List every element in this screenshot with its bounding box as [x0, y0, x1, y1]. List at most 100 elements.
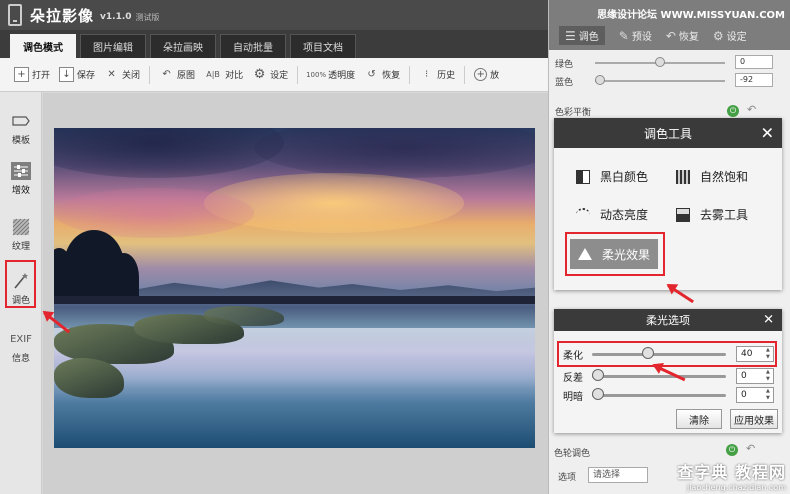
tool-dynamic-brightness[interactable]: 动态亮度 — [576, 206, 648, 223]
green-label: 绿色 — [555, 59, 574, 70]
dialog-title: 柔光选项 — [646, 314, 690, 327]
tab-dora-slideshow[interactable]: 朵拉画映 — [150, 34, 216, 58]
history-button[interactable]: ⁝ 历史 — [419, 67, 455, 82]
blue-slider-knob[interactable] — [595, 75, 605, 85]
app-title: 朵拉影像 — [30, 6, 95, 25]
texture-icon — [12, 218, 30, 236]
apply-effect-button[interactable]: 应用效果 — [730, 409, 778, 429]
tool-label: 动态亮度 — [600, 208, 649, 222]
contrast-slider-track[interactable] — [592, 375, 726, 378]
download-icon: ↓ — [59, 67, 75, 82]
option-select[interactable]: 请选择 — [588, 467, 648, 483]
clear-button[interactable]: 清除 — [676, 409, 722, 429]
phone-logo-icon — [8, 4, 22, 26]
sidebar-item-texture[interactable]: 纹理 — [0, 218, 42, 252]
open-button[interactable]: + 打开 — [14, 67, 50, 82]
settings-button[interactable]: ⚙ 设定 — [252, 67, 288, 82]
color-tools-dialog: 调色工具 ✕ 黑白颜色 自然饱和 动态亮度 去雾工具 柔光效果 — [554, 118, 782, 290]
shoreline — [54, 296, 535, 304]
green-value-input[interactable]: 0 — [735, 55, 773, 69]
toolbar: + 打开 ↓ 保存 ✕ 关闭 ↶ 原图 A|B 对比 ⚙ 设定 100% 透明度… — [0, 58, 548, 92]
brightness-value-input[interactable]: 0 — [736, 387, 774, 403]
original-button[interactable]: ↶ 原图 — [159, 67, 195, 82]
dialog-header: 调色工具 ✕ — [554, 118, 782, 148]
save-button[interactable]: ↓ 保存 — [59, 67, 95, 82]
settings-label: 设定 — [270, 71, 289, 81]
sidebar-item-enhance[interactable]: 增效 — [0, 162, 42, 196]
forum-watermark: 思缘设计论坛 WWW.MISSYUAN.COM — [597, 10, 785, 21]
history-icon: ⁝ — [425, 69, 429, 80]
sidebar-item-template[interactable]: 模板 — [0, 112, 42, 146]
blue-value-input[interactable]: -92 — [735, 73, 773, 87]
undo-icon[interactable]: ↶ — [746, 442, 755, 455]
gear-icon: ⚙ — [253, 67, 266, 82]
sidebar-label-texture: 纹理 — [11, 242, 30, 252]
close-icon[interactable]: ✕ — [761, 124, 774, 143]
blue-slider-track[interactable] — [595, 80, 725, 82]
contrast-slider-knob[interactable] — [592, 369, 604, 381]
undo-icon[interactable]: ↶ — [747, 103, 756, 116]
title-bar: 朵拉影像 v1.1.0 测试版 — [0, 0, 548, 30]
history-label: 历史 — [437, 71, 456, 81]
restore-button[interactable]: ↺ 恢复 — [364, 67, 400, 82]
sidebar-label-exif: 信息 — [11, 354, 30, 364]
sidebar-label-template: 模板 — [11, 136, 30, 146]
tab-settings-label: 设定 — [726, 32, 747, 43]
dialog-header: 柔光选项 ✕ — [554, 309, 782, 331]
tool-black-white[interactable]: 黑白颜色 — [576, 168, 648, 185]
tool-label: 去雾工具 — [700, 208, 749, 222]
tab-auto-batch[interactable]: 自动批量 — [220, 34, 286, 58]
ab-compare-icon: A|B — [206, 70, 220, 79]
close-icon[interactable]: ✕ — [763, 313, 774, 328]
sidebar-item-exif[interactable]: EXIF 信息 — [0, 334, 42, 364]
tab-restore[interactable]: ↶ 恢复 — [666, 26, 699, 45]
landscape-photo[interactable] — [54, 128, 535, 448]
canvas-area — [43, 93, 548, 494]
tag-icon — [12, 116, 30, 126]
contrast-value-input[interactable]: 0 — [736, 368, 774, 384]
tab-preset-label: 预设 — [631, 32, 652, 43]
close-button[interactable]: ✕ 关闭 — [104, 67, 140, 82]
original-label: 原图 — [177, 71, 196, 81]
tab-project-docs[interactable]: 项目文档 — [290, 34, 356, 58]
toggle-on-icon[interactable]: ⏻ — [726, 444, 738, 456]
tab-preset[interactable]: ✎ 预设 — [619, 26, 652, 45]
tool-natural-saturation[interactable]: 自然饱和 — [676, 168, 748, 185]
undo-icon: ↶ — [665, 28, 676, 43]
tab-color-mode[interactable]: 调色模式 — [10, 34, 76, 58]
right-panel-header: 思缘设计论坛 WWW.MISSYUAN.COM ☰ 调色 ✎ 预设 ↶ 恢复 ⚙ 设定 — [549, 0, 790, 50]
right-panel-tabs: ☰ 调色 ✎ 预设 ↶ 恢复 ⚙ 设定 — [559, 26, 761, 45]
exif-icon: EXIF — [10, 334, 32, 345]
tab-settings[interactable]: ⚙ 设定 — [713, 26, 747, 45]
brightness-slider-track[interactable] — [592, 394, 726, 397]
mode-tabs: 调色模式 图片编辑 朵拉画映 自动批量 项目文档 — [0, 30, 548, 58]
cloud-shape — [54, 188, 254, 238]
toggle-on-icon[interactable]: ⏻ — [727, 105, 739, 117]
app-version: v1.1.0 — [100, 12, 132, 22]
brightness-label: 明暗 — [563, 392, 583, 403]
tab-adjust[interactable]: ☰ 调色 — [559, 26, 605, 45]
save-label: 保存 — [77, 71, 96, 81]
cloud-shape — [254, 128, 535, 178]
saturation-icon — [676, 169, 690, 184]
site-watermark-name: 查字典 教程网 — [677, 463, 786, 482]
rock-shape — [204, 306, 284, 326]
brightness-slider-knob[interactable] — [592, 388, 604, 400]
toolbar-divider — [409, 65, 411, 84]
compare-button[interactable]: A|B 对比 — [204, 67, 243, 82]
green-slider-knob[interactable] — [655, 57, 665, 67]
site-watermark-url: jiaocheng.chazidian.com — [686, 483, 786, 492]
brightness-option-row: 明暗 0 — [554, 385, 782, 405]
site-watermark: 查字典 教程网 jiaocheng.chazidian.com — [677, 459, 786, 492]
zoom-button[interactable]: + 放 — [474, 68, 499, 81]
select-label: 选项 — [558, 473, 577, 483]
arc-dots-icon — [576, 207, 590, 222]
opacity-button[interactable]: 100% 透明度 — [306, 67, 355, 82]
close-icon: ✕ — [107, 69, 116, 80]
tool-dehaze[interactable]: 去雾工具 — [676, 206, 748, 223]
sliders-icon — [11, 162, 31, 180]
tab-image-edit[interactable]: 图片编辑 — [80, 34, 146, 58]
toolbar-divider — [149, 65, 151, 84]
color-wheel-label: 色轮调色 — [554, 449, 591, 459]
tool-label: 自然饱和 — [700, 170, 749, 184]
